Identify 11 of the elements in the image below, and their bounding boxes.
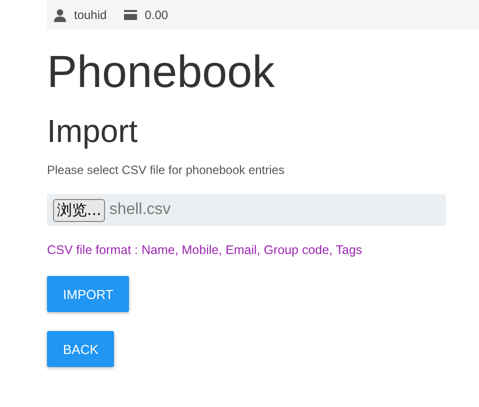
format-note: CSV file format : Name, Mobile, Email, Group code, Tags [47,243,362,257]
file-input[interactable]: 浏览... shell.csv [47,194,446,226]
instruction-text: Please select CSV file for phonebook entries [47,163,284,177]
browse-button[interactable]: 浏览... [53,198,106,222]
file-name: shell.csv [109,201,171,219]
page-title: Phonebook [47,46,275,98]
user-icon [54,8,66,22]
balance: 0.00 [144,8,168,22]
card-icon [124,10,137,20]
section-title: Import [47,112,138,150]
username: touhid [74,8,107,22]
